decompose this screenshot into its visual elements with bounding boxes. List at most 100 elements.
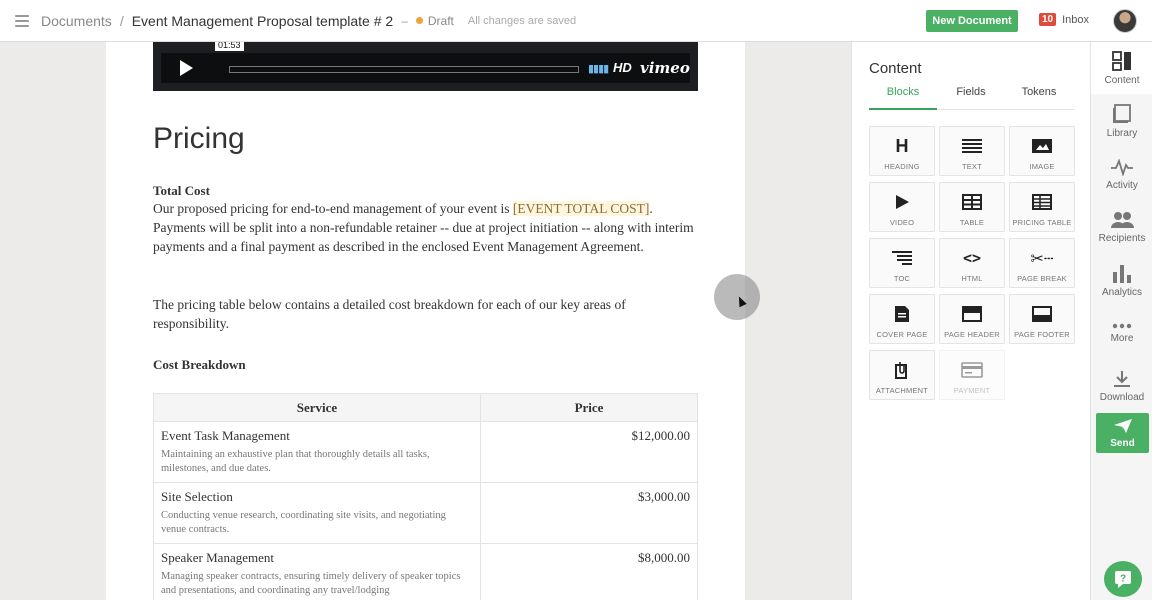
content-icon (1112, 50, 1131, 71)
block-cover-page[interactable]: COVER PAGE (869, 294, 935, 344)
tab-tokens[interactable]: Tokens (1005, 86, 1073, 109)
total-cost-text-1: Our proposed pricing for end-to-end mana… (153, 201, 513, 216)
service-cell[interactable]: Site Selection Conducting venue research… (153, 482, 481, 544)
new-document-button[interactable]: New Document (926, 10, 1018, 32)
sidebar-item-analytics[interactable]: Analytics (1091, 254, 1152, 306)
sidebar-item-label: Activity (1106, 179, 1138, 191)
activity-icon (1111, 157, 1133, 176)
block-label: TOC (893, 274, 911, 283)
pricing-table-icon (1032, 192, 1052, 212)
sidebar-item-label: Download (1099, 391, 1145, 403)
image-icon (1032, 136, 1052, 156)
menu-icon[interactable] (15, 14, 29, 27)
block-heading[interactable]: H HEADING (869, 126, 935, 176)
block-label: PAYMENT (953, 386, 991, 395)
breadcrumb-separator: / (119, 12, 124, 29)
video-block[interactable]: 01:53 ▮▮▮▮ HD vimeo (153, 42, 698, 91)
block-attachment[interactable]: ATTACHMENT (869, 350, 935, 400)
service-cell[interactable]: Event Task Management Maintaining an exh… (153, 421, 481, 483)
service-cell[interactable]: Speaker Management Managing speaker cont… (153, 543, 481, 600)
block-image[interactable]: IMAGE (1009, 126, 1075, 176)
sidebar-item-more[interactable]: More (1091, 307, 1152, 359)
page-break-icon: ✂┄ (1030, 248, 1054, 268)
help-icon: ? (1115, 571, 1131, 588)
send-button[interactable]: Send (1096, 413, 1149, 453)
toc-icon (892, 248, 912, 268)
sidebar-item-label: More (1110, 332, 1134, 344)
header-price: Price (480, 393, 698, 422)
help-chat-button[interactable]: ? (1104, 561, 1142, 597)
block-page-break[interactable]: ✂┄ PAGE BREAK (1009, 238, 1075, 288)
block-label: PAGE BREAK (1017, 274, 1067, 283)
block-label: HTML (961, 274, 983, 283)
document-page[interactable]: 01:53 ▮▮▮▮ HD vimeo Pricing Total Cost O… (106, 42, 745, 600)
video-icon (894, 192, 910, 212)
block-video[interactable]: VIDEO (869, 182, 935, 232)
tab-fields[interactable]: Fields (937, 86, 1005, 109)
block-label: VIDEO (889, 218, 915, 227)
more-icon (1112, 323, 1132, 328)
heading-icon: H (895, 135, 909, 156)
hd-label[interactable]: HD (613, 60, 632, 75)
block-table[interactable]: TABLE (939, 182, 1005, 232)
svg-text:?: ? (1120, 574, 1126, 585)
document-title[interactable]: Event Management Proposal template # 2 (132, 13, 394, 29)
download-icon (1114, 370, 1130, 387)
block-label: COVER PAGE (876, 330, 928, 339)
event-total-cost-token[interactable]: [EVENT TOTAL COST] (512, 201, 650, 216)
block-label: PAGE FOOTER (1014, 330, 1070, 339)
play-icon (179, 60, 193, 76)
price-cell[interactable]: $8,000.00 (480, 543, 698, 600)
sidebar-item-recipients[interactable]: Recipients (1091, 201, 1152, 253)
block-page-footer[interactable]: PAGE FOOTER (1009, 294, 1075, 344)
table-icon (962, 192, 982, 212)
page-heading: Pricing (153, 122, 245, 155)
volume-bars-icon[interactable]: ▮▮▮▮ (588, 62, 609, 75)
vimeo-logo[interactable]: vimeo (640, 59, 690, 77)
library-icon (1113, 103, 1131, 123)
blocks-grid: H HEADING TEXT IMAGE VIDEO TABLE PRICING… (869, 126, 1075, 400)
table-header-row: Service Price (153, 393, 698, 422)
block-label: IMAGE (1029, 162, 1055, 171)
block-pricing-table[interactable]: PRICING TABLE (1009, 182, 1075, 232)
block-page-header[interactable]: PAGE HEADER (939, 294, 1005, 344)
inbox-label: Inbox (1062, 13, 1090, 26)
block-label: TABLE (959, 218, 985, 227)
price-cell[interactable]: $3,000.00 (480, 482, 698, 544)
block-html[interactable]: <> HTML (939, 238, 1005, 288)
service-description: Maintaining an exhaustive plan that thor… (161, 449, 430, 474)
attachment-icon (894, 360, 910, 380)
price-cell[interactable]: $12,000.00 (480, 421, 698, 483)
service-description: Managing speaker contracts, ensuring tim… (161, 571, 461, 596)
block-label: HEADING (884, 162, 920, 171)
pricing-table[interactable]: Service Price Event Task Management Main… (153, 393, 698, 600)
status-badge: Draft (415, 13, 454, 28)
sidebar-item-label: Recipients (1098, 232, 1146, 244)
sidebar-item-activity[interactable]: Activity (1091, 148, 1152, 200)
sidebar-item-download[interactable]: Download (1091, 360, 1152, 412)
video-controls: 01:53 ▮▮▮▮ HD vimeo (161, 42, 690, 83)
service-name: Event Task Management (161, 428, 290, 443)
content-panel: Content Blocks Fields Tokens H HEADING T… (851, 42, 1090, 600)
video-progress-track[interactable] (229, 66, 579, 73)
cost-breakdown-title: Cost Breakdown (153, 357, 246, 372)
block-label: TEXT (962, 162, 982, 171)
page-footer-icon (1032, 304, 1052, 324)
inbox-button[interactable]: 10 Inbox (1039, 13, 1089, 26)
html-icon: <> (962, 249, 982, 267)
table-row[interactable]: Speaker Management Managing speaker cont… (153, 543, 698, 600)
avatar[interactable] (1113, 9, 1137, 33)
service-description: Conducting venue research, coordinating … (161, 510, 446, 535)
sidebar-item-content[interactable]: Content (1091, 42, 1152, 94)
block-toc[interactable]: TOC (869, 238, 935, 288)
save-status: All changes are saved (467, 14, 577, 27)
breadcrumb-documents[interactable]: Documents (41, 13, 112, 29)
play-button[interactable] (161, 53, 211, 83)
status-label: Draft (427, 13, 454, 28)
sidebar-item-library[interactable]: Library (1091, 95, 1152, 147)
table-row[interactable]: Event Task Management Maintaining an exh… (153, 421, 698, 483)
tab-blocks[interactable]: Blocks (869, 86, 937, 110)
text-icon (962, 136, 982, 156)
table-row[interactable]: Site Selection Conducting venue research… (153, 482, 698, 544)
block-text[interactable]: TEXT (939, 126, 1005, 176)
